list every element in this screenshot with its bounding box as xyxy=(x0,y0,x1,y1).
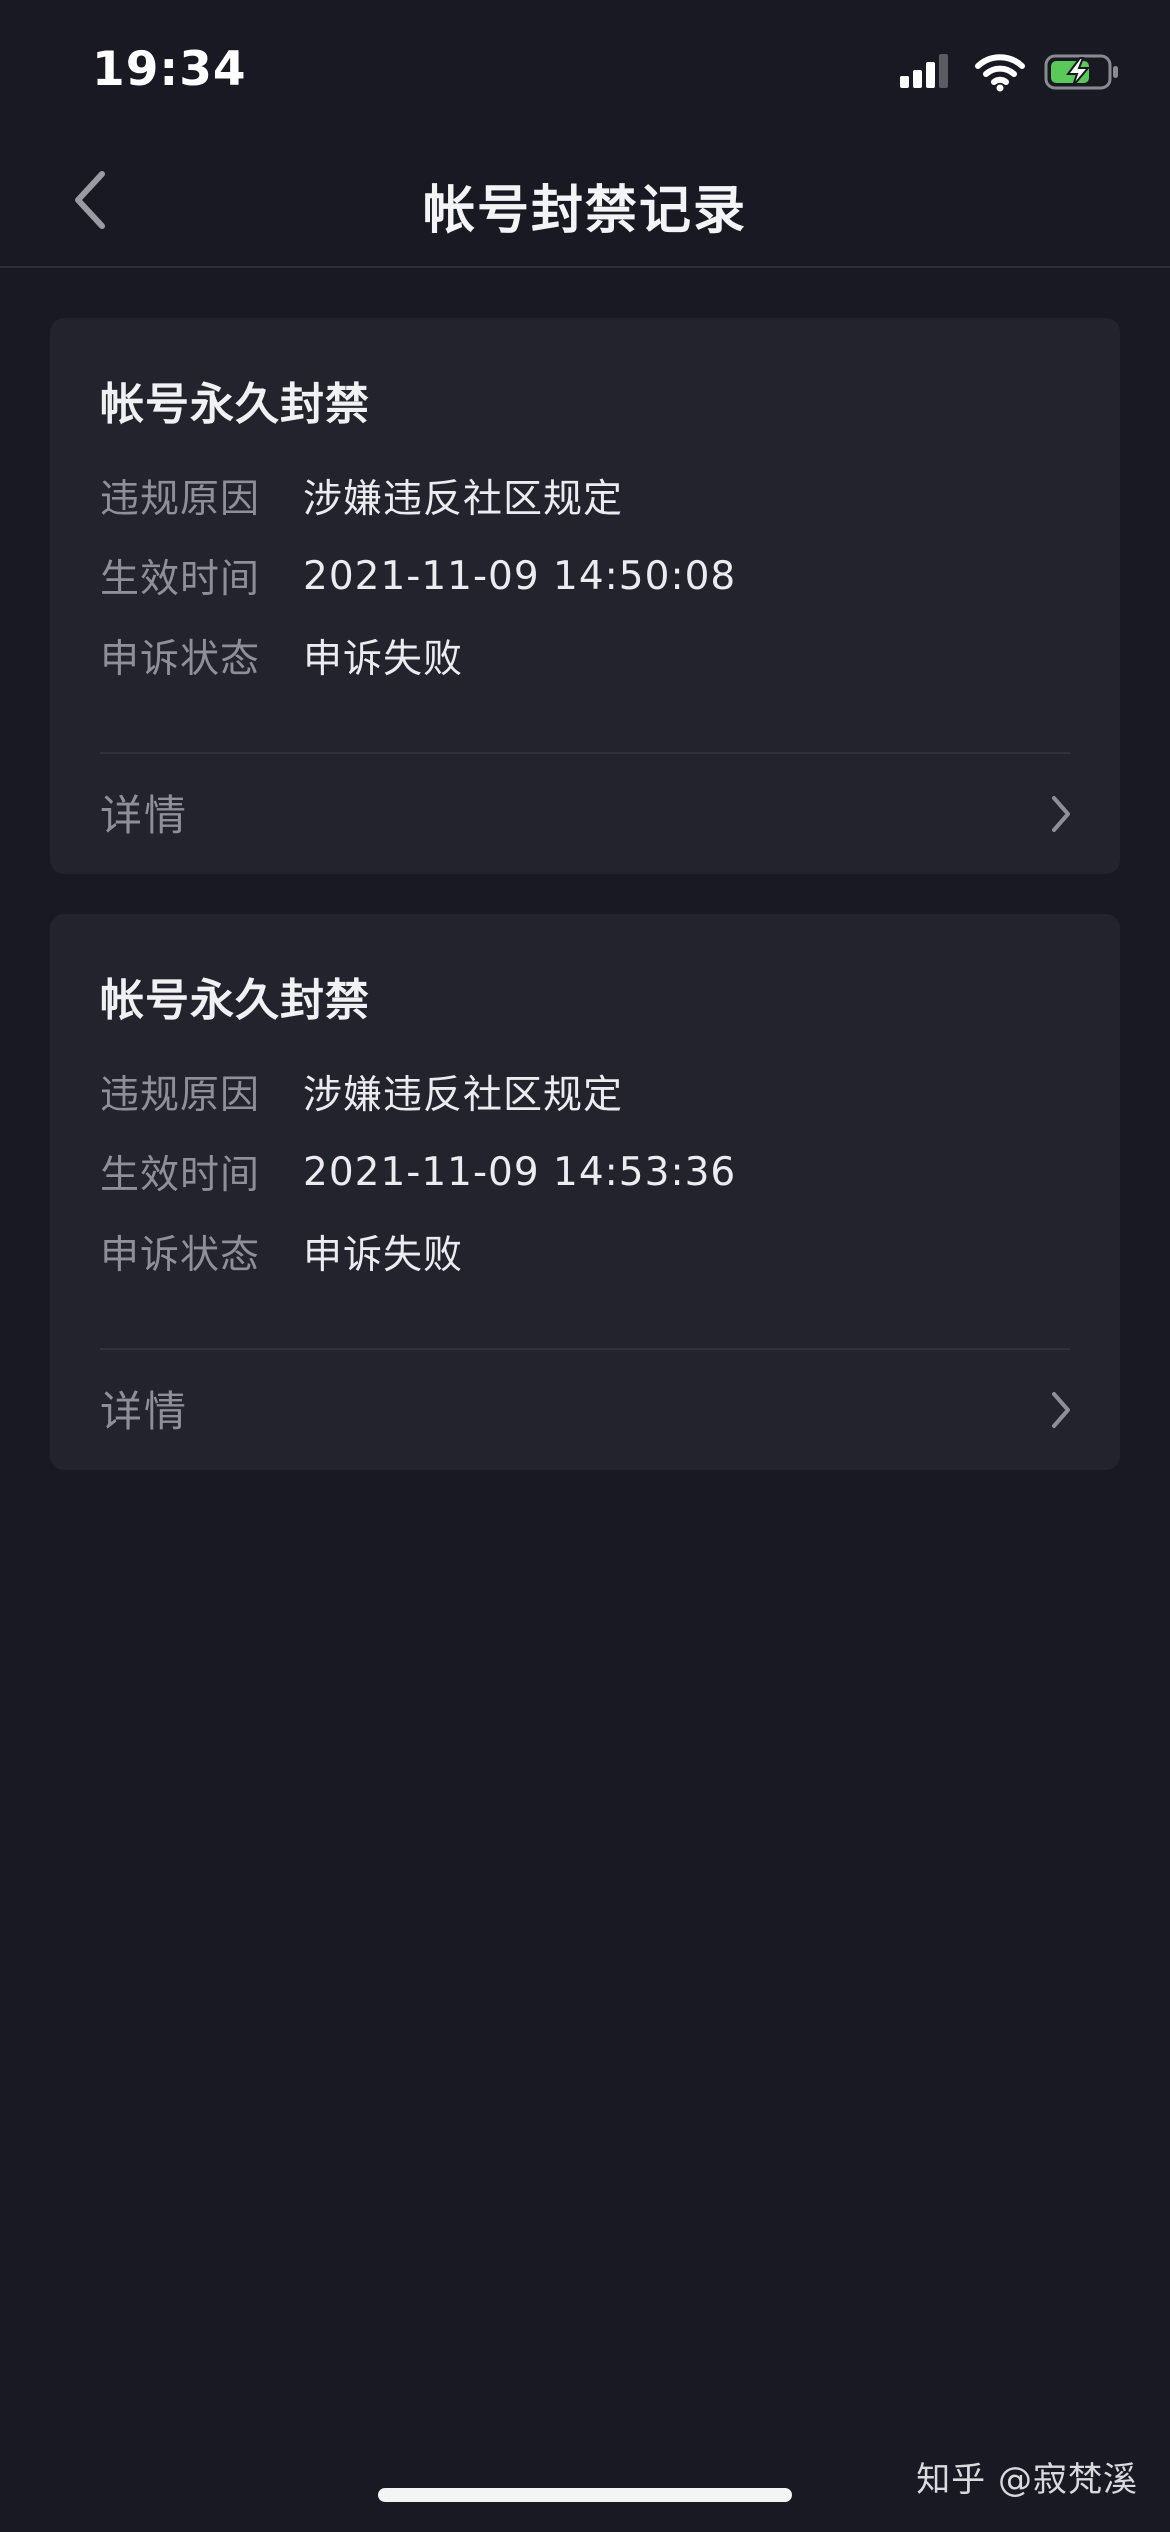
appeal-status-label: 申诉状态 xyxy=(100,637,261,682)
page-title: 帐号封禁记录 xyxy=(422,181,747,241)
effective-time-label: 生效时间 xyxy=(100,557,261,602)
appeal-status-row: 申诉状态 申诉失败 xyxy=(100,626,463,686)
appeal-status-label: 申诉状态 xyxy=(100,1233,261,1278)
details-label: 详情 xyxy=(100,1387,189,1436)
home-indicator[interactable] xyxy=(378,2488,792,2502)
chevron-right-icon xyxy=(1050,794,1072,838)
ban-record-card: 帐号永久封禁 违规原因 涉嫌违反社区规定 生效时间 2021-11-09 14:… xyxy=(50,914,1120,1470)
violation-reason-label: 违规原因 xyxy=(100,477,261,522)
violation-reason-value: 涉嫌违反社区规定 xyxy=(303,1073,624,1118)
ban-record-card: 帐号永久封禁 违规原因 涉嫌违反社区规定 生效时间 2021-11-09 14:… xyxy=(50,318,1120,874)
effective-time-label: 生效时间 xyxy=(100,1153,261,1198)
watermark: 知乎 @寂梵溪 xyxy=(916,2460,1138,2500)
wifi-icon xyxy=(974,52,1026,96)
status-time: 19:34 xyxy=(92,42,247,97)
violation-reason-label: 违规原因 xyxy=(100,1073,261,1118)
status-bar: 19:34 xyxy=(0,0,1170,140)
violation-reason-row: 违规原因 涉嫌违反社区规定 xyxy=(100,1062,623,1122)
cellular-signal-icon xyxy=(900,52,956,96)
details-label: 详情 xyxy=(100,791,189,840)
violation-reason-row: 违规原因 涉嫌违反社区规定 xyxy=(100,466,623,526)
battery-charging-icon xyxy=(1044,52,1120,96)
ban-record-title: 帐号永久封禁 xyxy=(100,975,370,1026)
effective-time-row: 生效时间 2021-11-09 14:50:08 xyxy=(100,546,736,606)
status-icons xyxy=(900,52,1120,96)
effective-time-row: 生效时间 2021-11-09 14:53:36 xyxy=(100,1142,736,1202)
ban-record-title: 帐号永久封禁 xyxy=(100,379,370,430)
effective-time-value: 2021-11-09 14:50:08 xyxy=(303,553,737,599)
appeal-status-row: 申诉状态 申诉失败 xyxy=(100,1222,463,1282)
details-link[interactable]: 详情 xyxy=(50,1350,1120,1470)
appeal-status-value: 申诉失败 xyxy=(303,1233,464,1278)
details-link[interactable]: 详情 xyxy=(50,754,1120,874)
effective-time-value: 2021-11-09 14:53:36 xyxy=(303,1149,737,1195)
chevron-right-icon xyxy=(1050,1390,1072,1434)
appeal-status-value: 申诉失败 xyxy=(303,637,464,682)
violation-reason-value: 涉嫌违反社区规定 xyxy=(303,477,624,522)
nav-bar: 帐号封禁记录 xyxy=(0,140,1170,268)
